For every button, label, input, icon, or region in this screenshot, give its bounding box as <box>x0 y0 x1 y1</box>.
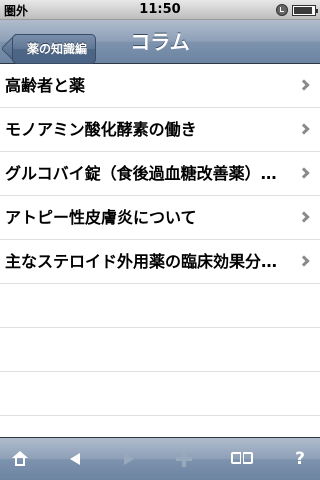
back-arrow-icon <box>70 453 80 465</box>
battery-icon <box>292 4 318 16</box>
list-item-label: 高齢者と薬 <box>5 76 86 95</box>
forward-arrow-icon <box>124 453 134 465</box>
forward-arrow-button[interactable] <box>109 438 149 480</box>
help-icon: ? <box>295 449 305 469</box>
home-icon <box>12 451 28 467</box>
add-button[interactable] <box>164 438 204 480</box>
list-item-label: 主なステロイド外用薬の臨床効果分… <box>5 252 278 271</box>
list-item[interactable]: 高齢者と薬 <box>0 64 320 108</box>
list-item[interactable]: モノアミン酸化酵素の働き <box>0 108 320 152</box>
help-button[interactable]: ? <box>280 438 320 480</box>
orientation-lock-icon <box>276 4 288 16</box>
chevron-right-icon <box>298 123 310 135</box>
list-item[interactable]: アトピー性皮膚炎について <box>0 196 320 240</box>
column-list: 高齢者と薬 モノアミン酸化酵素の働き グルコバイ錠（食後過血糖改善薬）… アトピ… <box>0 64 320 437</box>
chevron-right-icon <box>298 167 310 179</box>
list-item[interactable]: グルコバイ錠（食後過血糖改善薬）… <box>0 152 320 196</box>
clock: 11:50 <box>139 2 181 17</box>
bookmarks-icon <box>231 452 253 466</box>
bottom-toolbar: ? <box>0 437 320 480</box>
bookmarks-button[interactable] <box>222 438 262 480</box>
status-icons <box>276 3 318 17</box>
status-bar: 圏外 11:50 <box>0 0 320 20</box>
list-item-label: アトピー性皮膚炎について <box>5 208 197 227</box>
home-button[interactable] <box>0 438 40 480</box>
navigation-bar: 薬の知識編 コラム <box>0 20 320 64</box>
chevron-right-icon <box>298 211 310 223</box>
chevron-right-icon <box>298 255 310 267</box>
add-icon <box>176 451 192 467</box>
chevron-right-icon <box>298 79 310 91</box>
back-button[interactable]: 薬の知識編 <box>12 34 97 64</box>
list-item-label: グルコバイ錠（食後過血糖改善薬）… <box>5 164 277 183</box>
list-item-label: モノアミン酸化酵素の働き <box>5 120 197 139</box>
list-item[interactable]: 主なステロイド外用薬の臨床効果分… <box>0 240 320 284</box>
back-arrow-button[interactable] <box>55 438 95 480</box>
